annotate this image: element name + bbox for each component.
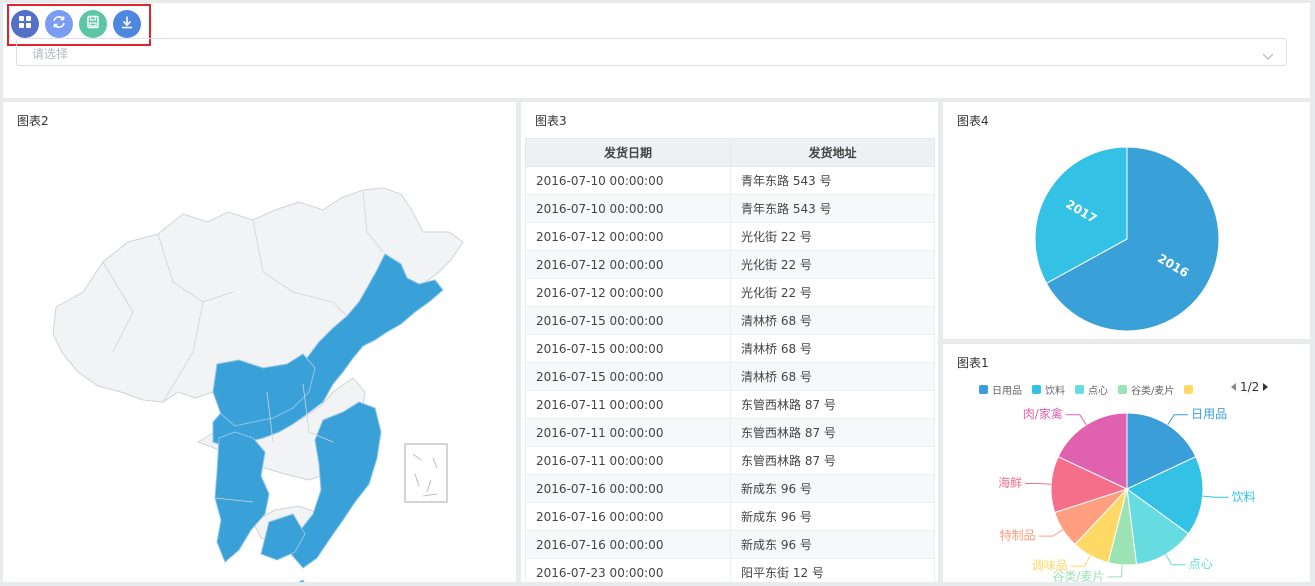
pie-label-line <box>1065 414 1087 426</box>
refresh-button[interactable] <box>45 10 73 38</box>
table-row: 2016-07-16 00:00:00 新成东 96 号 <box>525 530 935 559</box>
pie-slice-label: 调味品 <box>1032 559 1068 573</box>
refresh-icon <box>51 14 67 34</box>
ship-date-cell: 2016-07-15 00:00:00 <box>525 306 731 335</box>
ship-address-cell: 东管西林路 87 号 <box>730 390 935 419</box>
ship-address-cell: 东管西林路 87 号 <box>730 446 935 475</box>
pie-slice-label: 特制品 <box>1000 528 1036 543</box>
table-row: 2016-07-12 00:00:00 光化街 22 号 <box>525 278 935 307</box>
ship-date-cell: 2016-07-15 00:00:00 <box>525 334 731 363</box>
pie-label-line <box>1025 482 1052 485</box>
ship-date-cell: 2016-07-11 00:00:00 <box>525 446 731 475</box>
grid-icon <box>17 14 33 34</box>
chart1-panel: 图表1 日用品 饮料 点心 谷类/麦片 1/2 日用品 饮料 点心 谷类/麦片 调味品特… <box>943 344 1310 582</box>
pie-slice-label: 饮料 <box>1232 490 1256 504</box>
map-highlighted-region <box>214 431 270 563</box>
table-row: 2016-07-11 00:00:00 东管西林路 87 号 <box>525 390 935 419</box>
pie-label-line <box>1107 564 1123 578</box>
table-row: 2016-07-10 00:00:00 青年东路 543 号 <box>525 194 935 223</box>
chevron-down-icon <box>1262 47 1274 60</box>
save-icon <box>85 14 101 34</box>
table-row: 2016-07-10 00:00:00 青年东路 543 号 <box>525 166 935 195</box>
ship-address-cell: 新成东 96 号 <box>730 502 935 531</box>
ship-address-cell: 东管西林路 87 号 <box>730 418 935 447</box>
ship-date-cell: 2016-07-11 00:00:00 <box>525 390 731 419</box>
column-header-ship-date[interactable]: 发货日期 <box>525 138 731 167</box>
table-row: 2016-07-16 00:00:00 新成东 96 号 <box>525 474 935 503</box>
pie-slice-label: 日用品 <box>1191 407 1227 421</box>
ship-address-cell: 光化街 22 号 <box>730 250 935 279</box>
ship-address-cell: 青年东路 543 号 <box>730 166 935 195</box>
filter-panel: 请选择 <box>3 3 1310 98</box>
ship-address-cell: 新成东 96 号 <box>730 530 935 559</box>
year-pie-chart: 20162017 <box>1034 146 1220 332</box>
map-highlighted-region <box>297 579 305 582</box>
ship-date-cell: 2016-07-16 00:00:00 <box>525 502 731 531</box>
pie-label-line <box>1202 495 1229 498</box>
map-inset-box <box>404 443 448 503</box>
table-row: 2016-07-15 00:00:00 清林桥 68 号 <box>525 306 935 335</box>
pie-slice-label: 海鲜 <box>998 475 1022 490</box>
table-row: 2016-07-16 00:00:00 新成东 96 号 <box>525 502 935 531</box>
table-row: 2016-07-23 00:00:00 阳平东街 12 号 <box>525 558 935 582</box>
pie-label-line <box>1038 529 1064 537</box>
pie-slice-label: 肉/家禽 <box>1023 406 1063 421</box>
pie-label-line <box>1070 555 1091 567</box>
ship-date-cell: 2016-07-12 00:00:00 <box>525 278 731 307</box>
ship-date-cell: 2016-07-11 00:00:00 <box>525 418 731 447</box>
shipping-table: 发货日期 发货地址 2016-07-10 00:00:00 青年东路 543 号 … <box>525 138 935 582</box>
ship-date-cell: 2016-07-12 00:00:00 <box>525 222 731 251</box>
download-button[interactable] <box>113 10 141 38</box>
table-row: 2016-07-11 00:00:00 东管西林路 87 号 <box>525 446 935 475</box>
ship-address-cell: 青年东路 543 号 <box>730 194 935 223</box>
ship-address-cell: 清林桥 68 号 <box>730 334 935 363</box>
ship-date-cell: 2016-07-15 00:00:00 <box>525 362 731 391</box>
ship-address-cell: 光化街 22 号 <box>730 222 935 251</box>
table-row: 2016-07-15 00:00:00 清林桥 68 号 <box>525 334 935 363</box>
pie-label-line <box>1167 414 1189 426</box>
save-button[interactable] <box>79 10 107 38</box>
filter-select[interactable]: 请选择 <box>16 38 1287 66</box>
download-icon <box>119 14 135 34</box>
ship-address-cell: 阳平东街 12 号 <box>730 558 935 582</box>
select-placeholder: 请选择 <box>32 47 69 61</box>
ship-address-cell: 新成东 96 号 <box>730 474 935 503</box>
table-row: 2016-07-15 00:00:00 清林桥 68 号 <box>525 362 935 391</box>
ship-address-cell: 光化街 22 号 <box>730 278 935 307</box>
ship-date-cell: 2016-07-16 00:00:00 <box>525 530 731 559</box>
column-header-ship-address[interactable]: 发货地址 <box>730 138 935 167</box>
ship-date-cell: 2016-07-23 00:00:00 <box>525 558 731 582</box>
pie-slice-label: 点心 <box>1189 557 1213 571</box>
ship-date-cell: 2016-07-16 00:00:00 <box>525 474 731 503</box>
ship-date-cell: 2016-07-12 00:00:00 <box>525 250 731 279</box>
ship-date-cell: 2016-07-10 00:00:00 <box>525 166 731 195</box>
ship-address-cell: 清林桥 68 号 <box>730 306 935 335</box>
chart3-title: 图表3 <box>535 114 567 128</box>
chart2-panel: 图表2 <box>3 102 516 582</box>
pie-label-line <box>1165 554 1186 566</box>
chart4-panel: 图表4 2016 2017 <box>943 102 1310 339</box>
table-row: 2016-07-12 00:00:00 光化街 22 号 <box>525 250 935 279</box>
ship-address-cell: 清林桥 68 号 <box>730 362 935 391</box>
grid-button[interactable] <box>11 10 39 38</box>
table-row: 2016-07-11 00:00:00 东管西林路 87 号 <box>525 418 935 447</box>
ship-date-cell: 2016-07-10 00:00:00 <box>525 194 731 223</box>
chart3-panel: 图表3 发货日期 发货地址 2016-07-10 00:00:00 青年东路 54… <box>521 102 938 582</box>
china-map <box>52 187 464 582</box>
category-pie-chart: 日用品饮料点心谷类/麦片调味品特制品海鲜肉/家禽 <box>998 406 1256 582</box>
table-row: 2016-07-12 00:00:00 光化街 22 号 <box>525 222 935 251</box>
